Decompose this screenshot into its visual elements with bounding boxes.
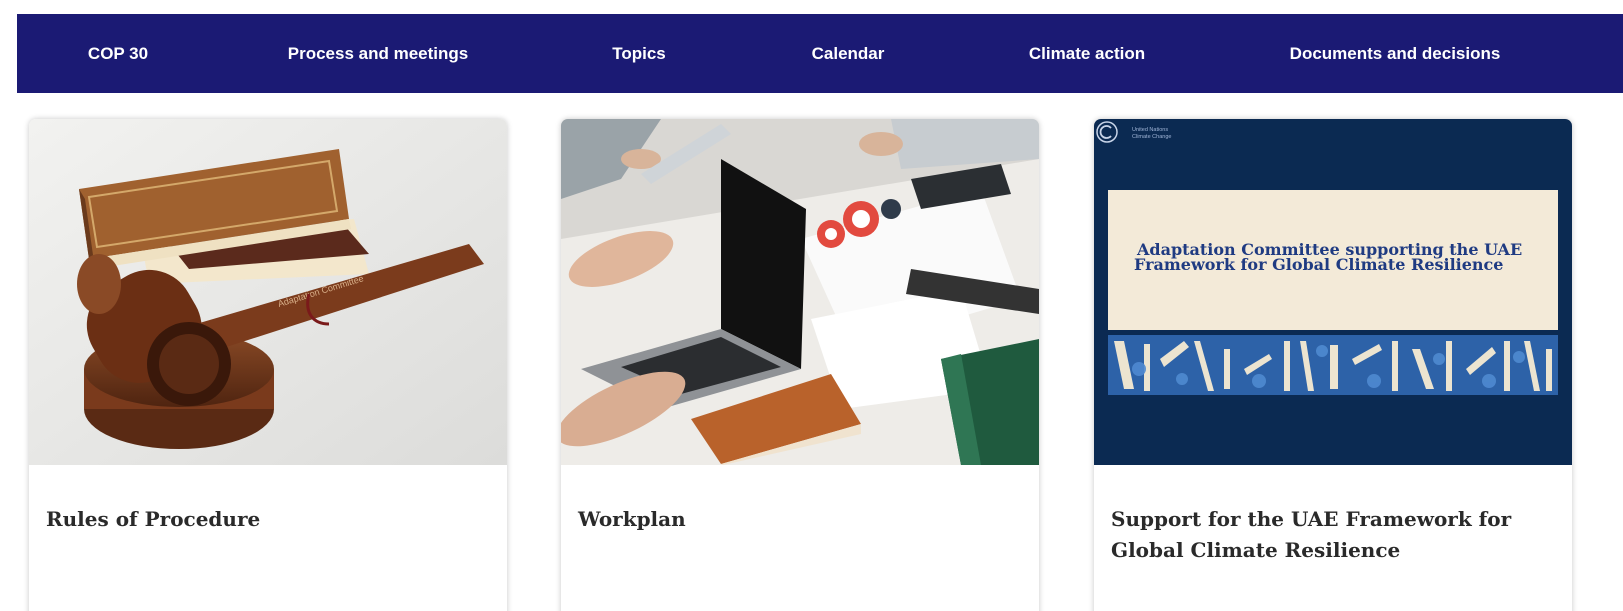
card-title[interactable]: Workplan <box>578 504 1026 535</box>
card-title[interactable]: Support for the UAE Framework for Global… <box>1111 504 1559 566</box>
document-cover-image: United Nations Climate Change Adaptation… <box>1094 119 1572 465</box>
meeting-laptop-image <box>561 119 1039 465</box>
nav-item-topics[interactable]: Topics <box>612 14 666 93</box>
nav-item-climate-action[interactable]: Climate action <box>1029 14 1145 93</box>
nav-item-cop30[interactable]: COP 30 <box>88 14 148 93</box>
nav-item-calendar[interactable]: Calendar <box>812 14 885 93</box>
nav-item-documents-and-decisions[interactable]: Documents and decisions <box>1290 14 1501 93</box>
card-title[interactable]: Rules of Procedure <box>46 504 494 535</box>
gavel-books-image: Adaptation Committee <box>29 119 507 465</box>
svg-text:United Nations: United Nations <box>1132 127 1168 133</box>
main-navigation: COP 30 Process and meetings Topics Calen… <box>17 14 1623 93</box>
banner-title-line2: Framework for Global Climate Resilience <box>1134 255 1503 274</box>
card-workplan[interactable]: Workplan <box>561 119 1039 611</box>
svg-text:Climate Change: Climate Change <box>1132 134 1171 140</box>
card-rules-of-procedure[interactable]: Adaptation Committee Rules of Procedure <box>29 119 507 611</box>
nav-item-process-and-meetings[interactable]: Process and meetings <box>288 14 468 93</box>
card-uae-framework[interactable]: United Nations Climate Change Adaptation… <box>1094 119 1572 611</box>
